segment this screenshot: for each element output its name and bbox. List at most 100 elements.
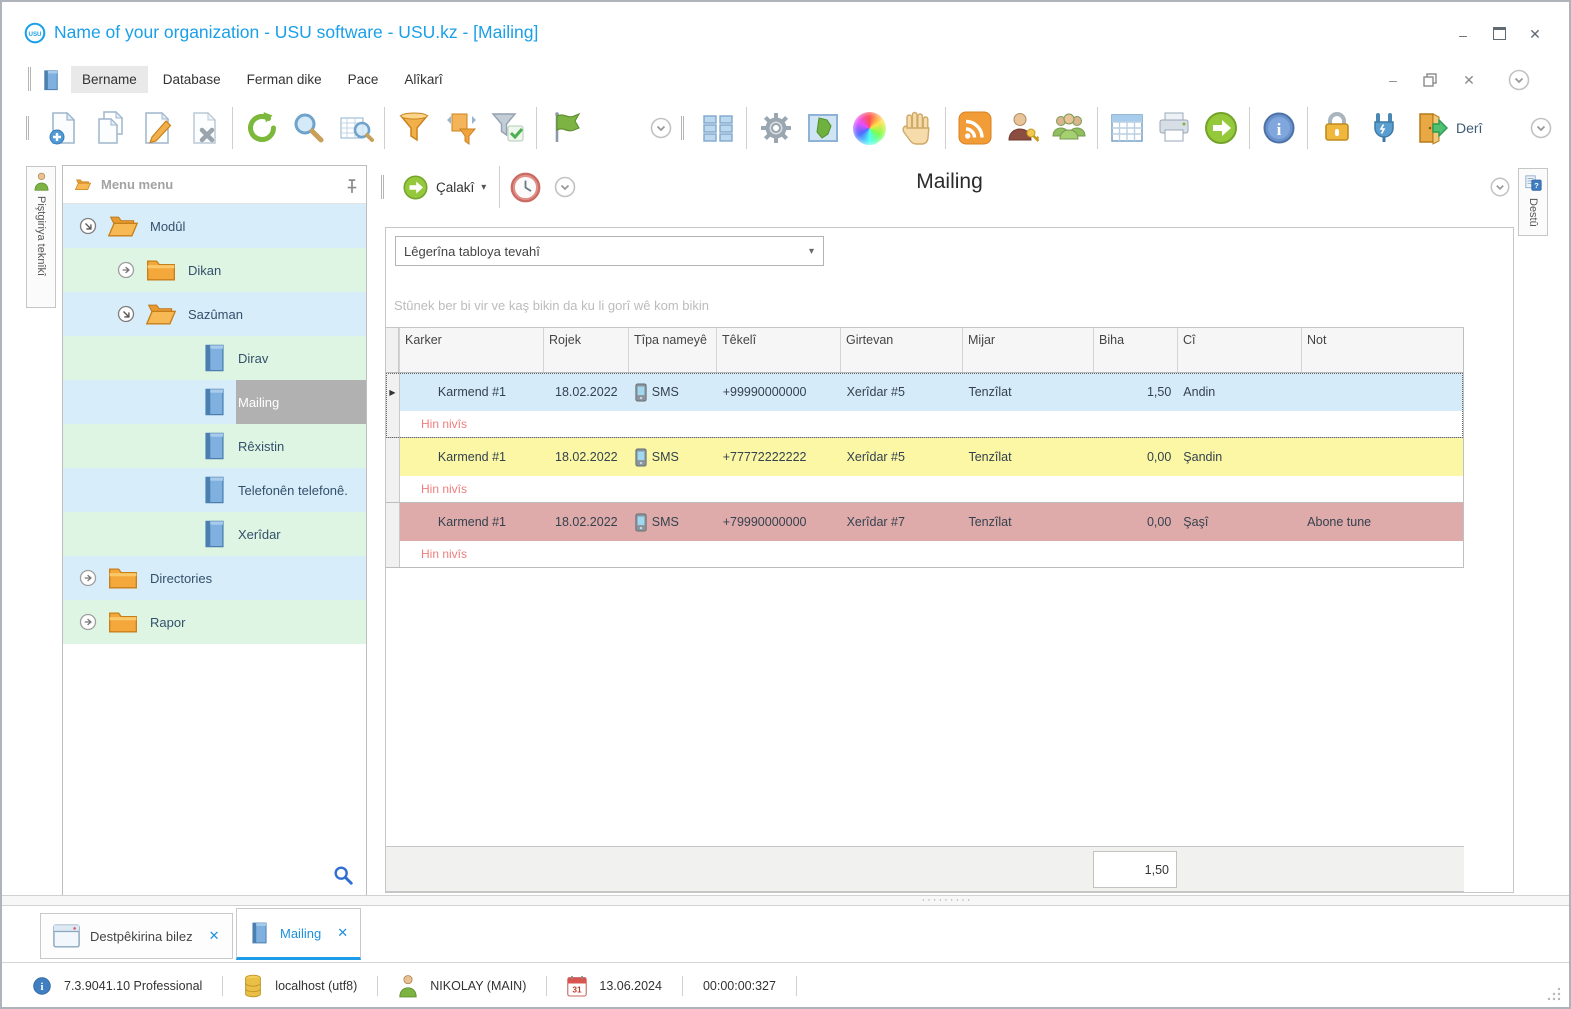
chevron-circle-icon[interactable] xyxy=(1529,116,1553,140)
full-table-search-combo[interactable]: ▾ xyxy=(395,236,824,266)
printer-icon[interactable] xyxy=(1150,104,1197,152)
color-wheel-icon[interactable] xyxy=(846,104,893,152)
tree-item-telefon-n-telefon-[interactable]: Telefonên telefonê. xyxy=(63,468,366,512)
sidebar-header: Menu menu xyxy=(63,166,366,204)
delete-document-icon[interactable] xyxy=(180,104,227,152)
filter-check-icon[interactable] xyxy=(484,104,531,152)
horizontal-splitter[interactable]: ········· xyxy=(2,894,1569,906)
menu-item-database[interactable]: Database xyxy=(152,66,232,93)
column-header-c-[interactable]: Cî xyxy=(1177,328,1301,372)
filter-columns-icon[interactable] xyxy=(437,104,484,152)
table-subrow[interactable]: Hin nivîs xyxy=(386,541,1463,567)
menu-item-ferman-dike[interactable]: Ferman dike xyxy=(236,66,333,93)
tree-item-rapor[interactable]: Rapor xyxy=(63,600,366,644)
search-table-icon[interactable] xyxy=(332,104,379,152)
document-tab-mailing[interactable]: Mailing ✕ xyxy=(236,908,362,960)
info-icon[interactable]: i xyxy=(1255,104,1302,152)
chevron-circle-icon[interactable] xyxy=(649,116,673,140)
sidebar-title: Menu menu xyxy=(101,177,174,192)
refresh-icon[interactable] xyxy=(238,104,285,152)
rss-icon[interactable] xyxy=(951,104,998,152)
collapse-node-icon[interactable] xyxy=(116,304,136,324)
search-input[interactable] xyxy=(396,243,800,259)
pin-icon[interactable] xyxy=(342,178,357,193)
sidebar-search-icon[interactable] xyxy=(332,864,354,886)
flag-icon[interactable] xyxy=(542,104,589,152)
info-icon[interactable]: i xyxy=(32,974,52,998)
column-header-t-pa-namey-[interactable]: Tîpa nameyê xyxy=(628,328,716,372)
person-icon xyxy=(398,974,418,998)
tree-item-mailing[interactable]: Mailing xyxy=(63,380,366,424)
maximize-button[interactable] xyxy=(1491,26,1507,43)
help-side-tab-label: Destû xyxy=(1527,198,1539,227)
tree-item-r-xistin[interactable]: Rêxistin xyxy=(63,424,366,468)
tree-item-mod-l[interactable]: Modûl xyxy=(63,204,366,248)
document-tab-destp-kirina-bilez[interactable]: Destpêkirina bilez ✕ xyxy=(40,913,233,959)
search-icon[interactable] xyxy=(285,104,332,152)
column-header-rojek[interactable]: Rojek xyxy=(543,328,628,372)
expand-node-icon[interactable] xyxy=(78,612,98,632)
plug-icon[interactable] xyxy=(1360,104,1407,152)
mdi-restore-button[interactable] xyxy=(1423,73,1439,87)
users-group-icon[interactable] xyxy=(1045,104,1092,152)
column-header-t-kel-[interactable]: Têkelî xyxy=(716,328,840,372)
table-icon[interactable] xyxy=(1103,104,1150,152)
exit-door-label[interactable]: Derî xyxy=(1456,120,1482,136)
menu-item-bername[interactable]: Bername xyxy=(71,65,148,93)
gear-icon[interactable] xyxy=(752,104,799,152)
column-header-not[interactable]: Not xyxy=(1301,328,1463,372)
table-row-main[interactable]: Karmend #1 18.02.2022 SMS +77772222222 Xerîd… xyxy=(386,438,1463,476)
tab-close-icon[interactable]: ✕ xyxy=(209,928,220,944)
filter-icon[interactable] xyxy=(390,104,437,152)
cell-type: SMS xyxy=(629,373,717,411)
table-row-main[interactable]: Karmend #1 18.02.2022 SMS +79990000000 Xerîd… xyxy=(386,503,1463,541)
support-side-tab[interactable]: Piştgiriya teknîkî xyxy=(26,166,56,308)
table-subrow[interactable]: Hin nivîs xyxy=(386,476,1463,502)
tree-item-dirav[interactable]: Dirav xyxy=(63,336,366,380)
table-row[interactable]: Karmend #1 18.02.2022 SMS +77772222222 Xerîd… xyxy=(386,438,1463,503)
tree-item-directories[interactable]: Directories xyxy=(63,556,366,600)
splitter-grip[interactable]: ········· xyxy=(907,894,987,906)
tab-close-icon[interactable]: ✕ xyxy=(337,925,348,941)
resize-grip[interactable] xyxy=(1547,987,1561,1001)
mdi-close-button[interactable]: ✕ xyxy=(1461,72,1477,89)
minimize-button[interactable]: – xyxy=(1455,27,1471,43)
action-button[interactable]: Çalakî ▾ xyxy=(394,174,494,201)
lock-icon[interactable] xyxy=(1313,104,1360,152)
help-side-tab[interactable]: ? Destû xyxy=(1518,168,1548,236)
mdi-minimize-button[interactable]: – xyxy=(1385,72,1401,88)
exit-door-icon[interactable] xyxy=(1407,104,1454,152)
column-header-biha[interactable]: Biha xyxy=(1093,328,1177,372)
new-document-icon[interactable] xyxy=(39,104,86,152)
cell-subject: Tenzîlat xyxy=(968,385,1012,399)
go-arrow-icon[interactable] xyxy=(1197,104,1244,152)
edit-document-icon[interactable] xyxy=(133,104,180,152)
table-row-main[interactable]: ▶ Karmend #1 18.02.2022 SMS +99990000000 Xerî… xyxy=(386,373,1463,411)
close-button[interactable]: ✕ xyxy=(1527,26,1543,43)
chevron-circle-icon[interactable] xyxy=(1507,68,1531,92)
expand-node-icon[interactable] xyxy=(116,260,136,280)
tree-item-dikan[interactable]: Dikan xyxy=(63,248,366,292)
menu-item-pace[interactable]: Pace xyxy=(337,66,390,93)
table-row[interactable]: ▶ Karmend #1 18.02.2022 SMS +99990000000 Xerî… xyxy=(386,373,1463,438)
column-header-mijar[interactable]: Mijar xyxy=(962,328,1093,372)
table-row[interactable]: Karmend #1 18.02.2022 SMS +79990000000 Xerîd… xyxy=(386,503,1463,568)
date-status: 31 13.06.2024 xyxy=(567,974,662,998)
table-subrow[interactable]: Hin nivîs xyxy=(386,411,1463,437)
grid-views-icon[interactable] xyxy=(694,104,741,152)
tree-item-saz-man[interactable]: Sazûman xyxy=(63,292,366,336)
menu-item-al-kar-[interactable]: Alîkarî xyxy=(393,66,453,93)
chevron-circle-icon[interactable] xyxy=(1489,176,1511,198)
column-header-girtevan[interactable]: Girtevan xyxy=(840,328,962,372)
cell-recipient: Xerîdar #5 xyxy=(846,385,905,399)
hand-icon[interactable] xyxy=(893,104,940,152)
clock-icon[interactable] xyxy=(505,167,545,207)
expand-node-icon[interactable] xyxy=(78,568,98,588)
user-key-icon[interactable] xyxy=(998,104,1045,152)
chevron-circle-icon[interactable] xyxy=(553,175,577,199)
copy-document-icon[interactable] xyxy=(86,104,133,152)
collapse-node-icon[interactable] xyxy=(78,216,98,236)
tree-item-xer-dar[interactable]: Xerîdar xyxy=(63,512,366,556)
map-icon[interactable] xyxy=(799,104,846,152)
column-header-karker[interactable]: Karker xyxy=(399,328,543,372)
